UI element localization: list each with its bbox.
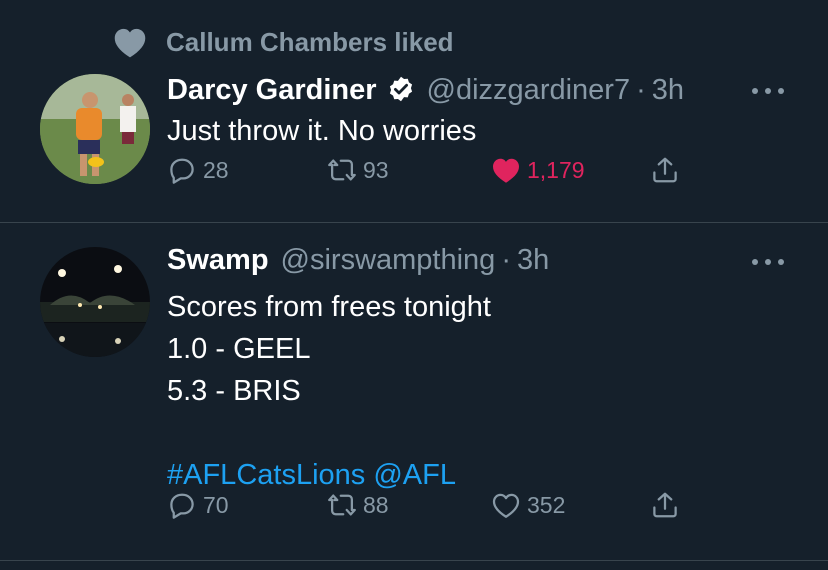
tweet[interactable]: Callum Chambers liked Darcy Gardiner @di… [0, 0, 828, 223]
separator: · [501, 244, 511, 276]
separator: · [636, 74, 646, 106]
tweet-text: Scores from frees tonight 1.0 - GEEL 5.3… [167, 286, 491, 496]
retweet-button[interactable]: 88 [327, 490, 389, 520]
avatar[interactable] [40, 247, 150, 357]
tweet-text-line: Scores from frees tonight [167, 291, 491, 323]
share-icon [653, 157, 677, 183]
timestamp[interactable]: 3h [652, 74, 684, 107]
reply-icon [170, 158, 194, 184]
like-button[interactable]: 1,179 [491, 155, 585, 185]
retweet-count: 88 [363, 491, 389, 518]
reply-count: 28 [203, 156, 229, 183]
tweet-text: Just throw it. No worries [167, 115, 477, 147]
display-name[interactable]: Darcy Gardiner [167, 74, 377, 107]
retweet-button[interactable]: 93 [327, 155, 389, 185]
handle[interactable]: @sirswampthing [281, 244, 496, 277]
like-icon [492, 493, 520, 518]
share-icon [653, 492, 677, 518]
tweet-text-line: 5.3 - BRIS [167, 375, 301, 407]
tweet-header: Darcy Gardiner @dizzgardiner7 · 3h [167, 71, 684, 107]
verified-badge-icon [389, 76, 412, 102]
retweet-count: 93 [363, 156, 389, 183]
avatar[interactable] [40, 74, 150, 184]
like-button[interactable]: 352 [491, 490, 565, 520]
retweet-icon [328, 494, 356, 516]
display-name[interactable]: Swamp [167, 244, 269, 277]
retweet-icon [328, 159, 356, 181]
handle[interactable]: @dizzgardiner7 [427, 74, 631, 107]
heart-icon [114, 28, 146, 58]
timestamp[interactable]: 3h [517, 244, 549, 277]
social-context: Callum Chambers liked [112, 26, 454, 58]
tweet[interactable]: Swamp @sirswampthing · 3h Scores from fr… [0, 223, 828, 561]
reply-button[interactable]: 70 [167, 490, 229, 520]
more-icon[interactable] [752, 86, 784, 96]
more-icon[interactable] [752, 257, 784, 267]
reply-icon [170, 493, 194, 519]
like-icon [493, 158, 519, 183]
reply-button[interactable]: 28 [167, 155, 229, 185]
tweet-header: Swamp @sirswampthing · 3h [167, 244, 549, 277]
social-context-label: Callum Chambers liked [166, 26, 454, 57]
like-count: 352 [527, 491, 566, 518]
share-button[interactable] [650, 155, 686, 185]
tweet-text-line: 1.0 - GEEL [167, 333, 311, 365]
share-button[interactable] [650, 490, 686, 520]
reply-count: 70 [203, 491, 229, 518]
like-count: 1,179 [527, 156, 585, 183]
